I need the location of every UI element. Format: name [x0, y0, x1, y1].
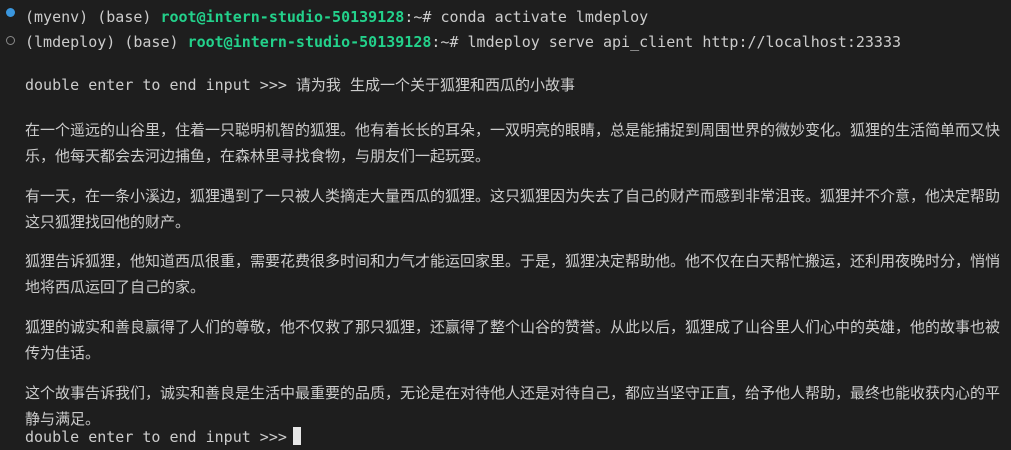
cwd-path: :~: [431, 33, 450, 51]
prompt-symbol: #: [449, 33, 468, 51]
user-host: root@intern-studio-50139128: [187, 33, 432, 51]
story-paragraph-2: 有一天，在一条小溪边，狐狸遇到了一只被人类摘走大量西瓜的狐狸。这只狐狸因为失去了…: [25, 187, 1001, 231]
story-paragraph-3: 狐狸告诉狐狸，他知道西瓜很重，需要花费很多时间和力气才能运回家里。于是，狐狸决定…: [25, 252, 1001, 296]
command-status-dot-running-icon[interactable]: [6, 36, 15, 45]
env-label: (lmdeploy) (base): [25, 33, 188, 51]
user-host: root@intern-studio-50139128: [160, 8, 405, 26]
env-label: (myenv) (base): [25, 8, 161, 26]
story-paragraph-1: 在一个遥远的山谷里，住着一只聪明机智的狐狸。他有着长长的耳朵，一双明亮的眼睛，总…: [25, 121, 1001, 165]
command-line-2: (lmdeploy) (base) root@intern-studio-501…: [25, 31, 901, 53]
final-prompt-text: double enter to end input >>>: [25, 428, 287, 446]
story-paragraph-4: 狐狸的诚实和善良赢得了人们的尊敬，他不仅救了那只狐狸，还赢得了整个山谷的赞誉。从…: [25, 318, 1001, 362]
terminal-cursor[interactable]: [292, 427, 301, 445]
story-paragraph-5: 这个故事告诉我们，诚实和善良是生活中最重要的品质，无论是在对待他人还是对待自己，…: [25, 384, 1001, 428]
terminal-window[interactable]: (myenv) (base) root@intern-studio-501391…: [0, 0, 1011, 450]
input-prompt-line: double enter to end input >>> 请为我 生成一个关于…: [25, 76, 575, 94]
command-text: lmdeploy serve api_client http://localho…: [467, 33, 902, 51]
cwd-path: :~: [404, 8, 423, 26]
command-text: conda activate lmdeploy: [440, 8, 649, 26]
command-line-1: (myenv) (base) root@intern-studio-501391…: [25, 6, 648, 28]
final-input-line[interactable]: double enter to end input >>>: [25, 426, 301, 448]
prompt-symbol: #: [422, 8, 441, 26]
command-status-dot-success-icon[interactable]: [6, 8, 15, 17]
